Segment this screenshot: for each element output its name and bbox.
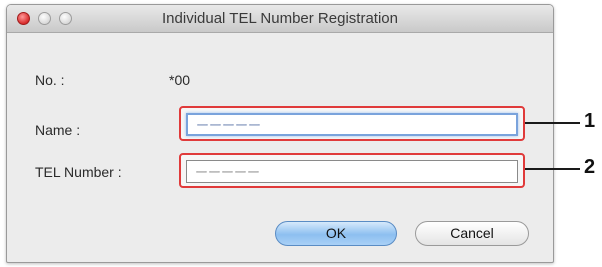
name-field-highlight — [179, 106, 525, 141]
name-label: Name : — [35, 122, 81, 138]
cancel-button[interactable]: Cancel — [415, 221, 529, 246]
tel-number-label: TEL Number : — [35, 164, 122, 180]
tel-number-input[interactable] — [186, 160, 518, 183]
no-label: No. : — [35, 72, 65, 88]
callout-line-2 — [525, 168, 580, 170]
title-bar: Individual TEL Number Registration — [7, 5, 553, 33]
window-title: Individual TEL Number Registration — [162, 10, 398, 27]
name-input[interactable] — [186, 113, 518, 136]
no-value: *00 — [169, 72, 191, 88]
ok-button[interactable]: OK — [275, 221, 397, 246]
callout-number-2: 2 — [584, 156, 596, 178]
tel-number-field-highlight — [179, 153, 525, 188]
callout-number-1: 1 — [584, 110, 596, 132]
dialog-window: Individual TEL Number Registration No. :… — [6, 4, 554, 263]
callout-line-1 — [525, 122, 580, 124]
